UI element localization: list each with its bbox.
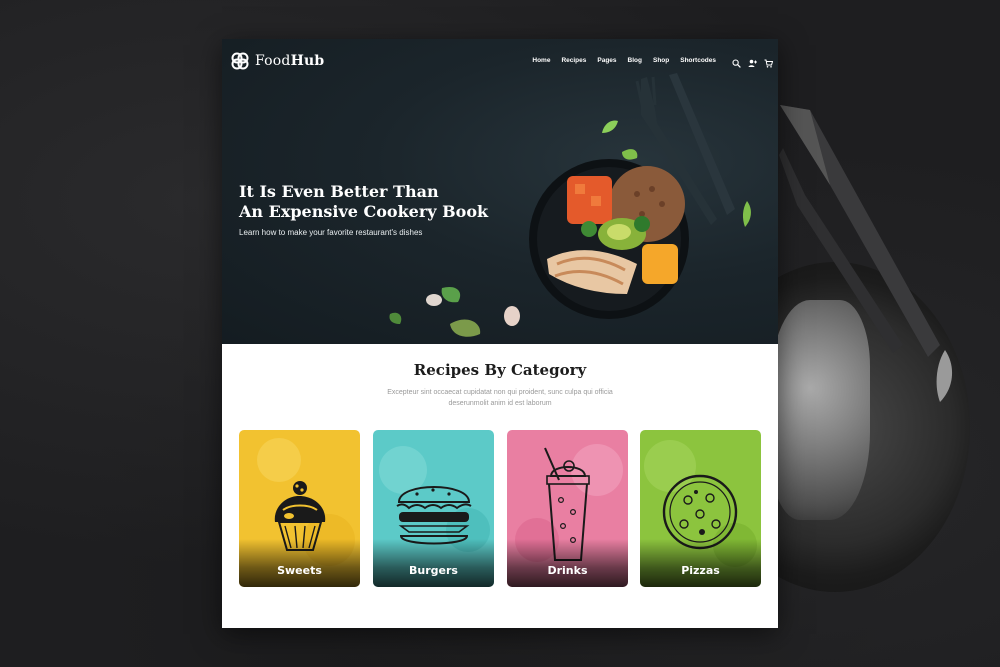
search-icon[interactable] bbox=[732, 55, 741, 68]
hero-subtitle: Learn how to make your favorite restaura… bbox=[239, 228, 423, 237]
hero-title: It Is Even Better Than An Expensive Cooke… bbox=[239, 182, 489, 221]
garnish-illustration bbox=[389, 286, 520, 337]
background-fork bbox=[779, 148, 903, 353]
cart-icon[interactable] bbox=[764, 55, 774, 68]
top-navigation: FoodHub Home Recipes Pages Blog Shop Sho… bbox=[222, 39, 778, 85]
leaf-illustration-2 bbox=[742, 201, 751, 227]
category-cards: Sweets Burgers Drinks Pizzas bbox=[239, 430, 761, 587]
category-card-burgers[interactable]: Burgers bbox=[373, 430, 494, 587]
card-shade bbox=[640, 539, 761, 587]
nav-item-home[interactable]: Home bbox=[532, 57, 550, 64]
category-label: Pizzas bbox=[681, 564, 720, 577]
knot-logo-icon bbox=[231, 52, 249, 70]
section-title: Recipes By Category bbox=[413, 361, 587, 379]
brand-name: FoodHub bbox=[255, 53, 325, 69]
category-card-drinks[interactable]: Drinks bbox=[507, 430, 628, 587]
nav-item-recipes[interactable]: Recipes bbox=[561, 57, 586, 64]
nav-item-pages[interactable]: Pages bbox=[597, 57, 616, 64]
nav-item-shortcodes[interactable]: Shortcodes bbox=[680, 57, 716, 64]
card-shade bbox=[373, 539, 494, 587]
brand-logo[interactable]: FoodHub bbox=[230, 51, 324, 71]
nav-item-shop[interactable]: Shop bbox=[653, 57, 669, 64]
food-bowl-illustration bbox=[529, 149, 689, 319]
add-user-icon[interactable] bbox=[748, 55, 757, 67]
category-card-pizzas[interactable]: Pizzas bbox=[640, 430, 761, 587]
category-label: Burgers bbox=[409, 564, 458, 577]
background-leaf bbox=[936, 350, 953, 402]
category-card-sweets[interactable]: Sweets bbox=[239, 430, 360, 587]
site-preview: FoodHub Home Recipes Pages Blog Shop Sho… bbox=[222, 39, 778, 628]
category-label: Drinks bbox=[547, 564, 588, 577]
card-shade bbox=[239, 539, 360, 587]
nav-icons bbox=[732, 55, 774, 68]
main-menu: Home Recipes Pages Blog Shop Shortcodes bbox=[532, 57, 716, 64]
leaf-illustration bbox=[602, 120, 618, 133]
card-shade bbox=[507, 539, 628, 587]
hero-section: FoodHub Home Recipes Pages Blog Shop Sho… bbox=[222, 39, 778, 344]
section-description: Excepteur sint occaecat cupidatat non qu… bbox=[387, 389, 613, 407]
category-label: Sweets bbox=[277, 564, 322, 577]
nav-item-blog[interactable]: Blog bbox=[628, 57, 642, 64]
